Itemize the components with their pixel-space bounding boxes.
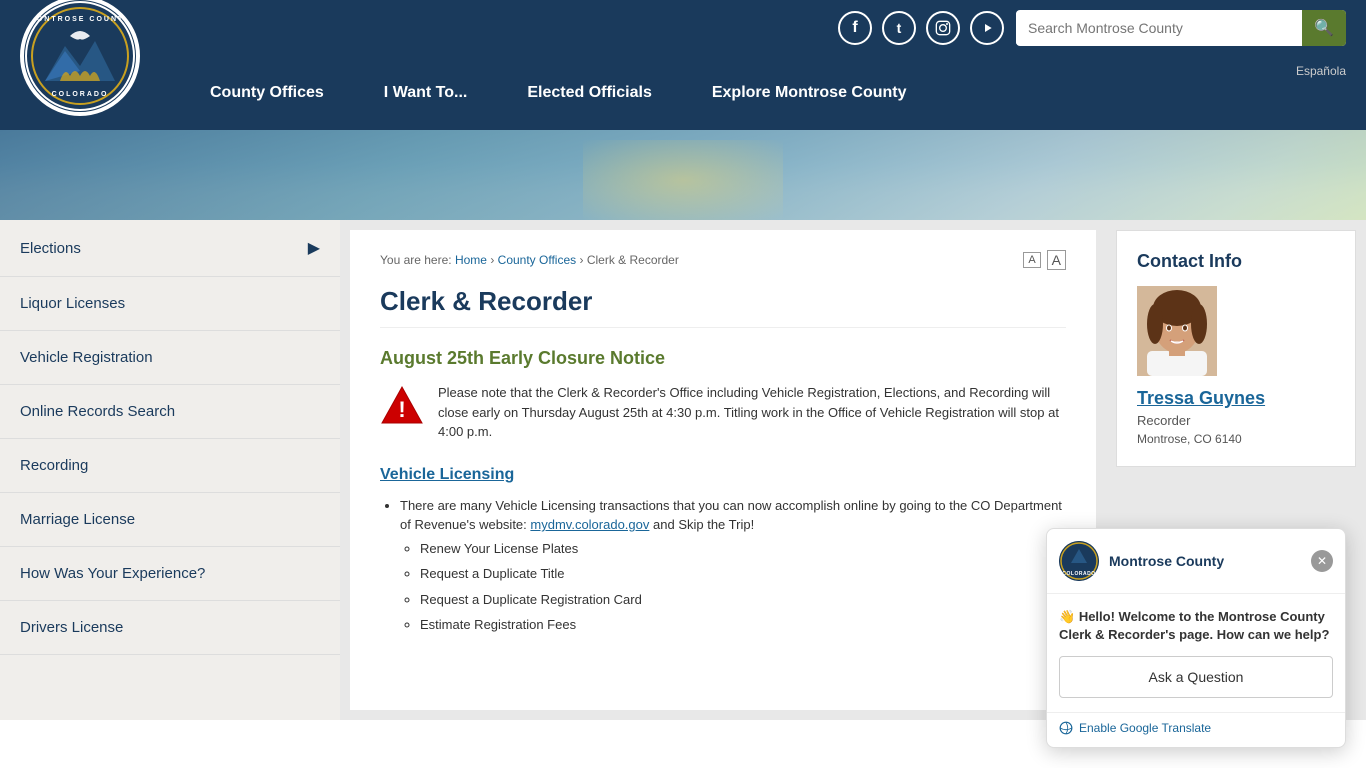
contact-name[interactable]: Tressa Guynes bbox=[1137, 388, 1335, 409]
sidebar-item-records[interactable]: Online Records Search bbox=[0, 385, 340, 439]
nav-county-offices[interactable]: County Offices bbox=[180, 56, 354, 130]
breadcrumb: You are here: Home › County Offices › Cl… bbox=[380, 250, 1066, 270]
logo[interactable]: MONTROSE COUNTY COLORADO bbox=[20, 0, 140, 116]
svg-text:COLORADO: COLORADO bbox=[1062, 571, 1095, 577]
sidebar-label-elections: Elections bbox=[20, 240, 81, 257]
sidebar-label-marriage: Marriage License bbox=[20, 511, 135, 528]
breadcrumb-home[interactable]: Home bbox=[455, 253, 487, 267]
sidebar-label-experience: How Was Your Experience? bbox=[20, 565, 205, 582]
list-item: There are many Vehicle Licensing transac… bbox=[400, 496, 1066, 635]
header-nav: MONTROSE COUNTY COLORADO County Offices … bbox=[0, 56, 1366, 130]
breadcrumb-current: Clerk & Recorder bbox=[587, 253, 679, 267]
page-title: Clerk & Recorder bbox=[380, 286, 1066, 328]
font-increase-icon[interactable]: A bbox=[1047, 250, 1066, 270]
content-area: You are here: Home › County Offices › Cl… bbox=[350, 230, 1096, 710]
contact-photo bbox=[1137, 286, 1217, 376]
chat-widget: COLORADO Montrose County ✕ 👋 Hello! Welc… bbox=[1046, 528, 1346, 748]
list-sub-item: Estimate Registration Fees bbox=[420, 615, 1066, 635]
nav-i-want-to[interactable]: I Want To... bbox=[354, 56, 498, 130]
section-heading[interactable]: Vehicle Licensing bbox=[380, 466, 1066, 484]
social-icons: f t bbox=[838, 11, 1004, 45]
sidebar-label-liquor: Liquor Licenses bbox=[20, 295, 125, 312]
arrow-icon: ▶ bbox=[308, 238, 320, 258]
sidebar-label-drivers: Drivers License bbox=[20, 619, 123, 636]
breadcrumb-sep1: › bbox=[490, 253, 497, 267]
translate-label: Enable Google Translate bbox=[1079, 721, 1211, 735]
notice-text: Please note that the Clerk & Recorder's … bbox=[438, 383, 1066, 442]
list-sub-item: Request a Duplicate Title bbox=[420, 564, 1066, 584]
chat-close-button[interactable]: ✕ bbox=[1311, 550, 1333, 572]
chat-header: COLORADO Montrose County ✕ bbox=[1047, 529, 1345, 594]
sidebar-item-recording[interactable]: Recording bbox=[0, 439, 340, 493]
sidebar-item-vehicle-reg[interactable]: Vehicle Registration bbox=[0, 331, 340, 385]
content-list: There are many Vehicle Licensing transac… bbox=[400, 496, 1066, 635]
chat-message: 👋 Hello! Welcome to the Montrose County … bbox=[1059, 608, 1333, 644]
sidebar-label-vehicle-reg: Vehicle Registration bbox=[20, 349, 153, 366]
sidebar-item-liquor[interactable]: Liquor Licenses bbox=[0, 277, 340, 331]
breadcrumb-label: You are here: bbox=[380, 253, 455, 267]
sidebar-item-drivers[interactable]: Drivers License bbox=[0, 601, 340, 655]
sidebar-item-experience[interactable]: How Was Your Experience? bbox=[0, 547, 340, 601]
font-decrease-icon[interactable]: A bbox=[1023, 252, 1040, 268]
contact-title: Contact Info bbox=[1137, 251, 1335, 272]
sidebar-item-marriage[interactable]: Marriage License bbox=[0, 493, 340, 547]
search-bar: 🔍 bbox=[1016, 10, 1346, 46]
chat-message-text: Hello! Welcome to the Montrose County Cl… bbox=[1059, 609, 1329, 642]
logo-container: MONTROSE COUNTY COLORADO bbox=[20, 0, 140, 116]
chat-org-name: Montrose County bbox=[1109, 553, 1224, 569]
google-translate-button[interactable]: Enable Google Translate bbox=[1059, 717, 1333, 739]
sidebar-item-elections[interactable]: Elections ▶ bbox=[0, 220, 340, 277]
contact-role: Recorder bbox=[1137, 413, 1335, 428]
link-suffix: and Skip the Trip! bbox=[653, 517, 754, 532]
youtube-icon[interactable] bbox=[970, 11, 1004, 45]
chat-emoji: 👋 bbox=[1059, 609, 1075, 624]
search-input[interactable] bbox=[1016, 12, 1302, 44]
dmv-link[interactable]: mydmv.colorado.gov bbox=[530, 517, 649, 532]
sidebar-label-recording: Recording bbox=[20, 457, 88, 474]
nav-elected-officials[interactable]: Elected Officials bbox=[497, 56, 682, 130]
twitter-icon[interactable]: t bbox=[882, 11, 916, 45]
chat-logo-icon: COLORADO bbox=[1059, 541, 1099, 581]
ask-question-button[interactable]: Ask a Question bbox=[1059, 656, 1333, 698]
espanol-link[interactable]: Española bbox=[1296, 64, 1346, 82]
breadcrumb-sep2: › bbox=[579, 253, 586, 267]
hero-banner bbox=[0, 130, 1366, 220]
sidebar: Elections ▶ Liquor Licenses Vehicle Regi… bbox=[0, 220, 340, 720]
facebook-icon[interactable]: f bbox=[838, 11, 872, 45]
nav-explore[interactable]: Explore Montrose County bbox=[682, 56, 937, 130]
notice-heading: August 25th Early Closure Notice bbox=[380, 348, 1066, 369]
header-top: f t 🔍 bbox=[0, 0, 1366, 56]
notice-box: ! Please note that the Clerk & Recorder'… bbox=[380, 383, 1066, 442]
search-button[interactable]: 🔍 bbox=[1302, 10, 1346, 46]
list-sub-item: Request a Duplicate Registration Card bbox=[420, 590, 1066, 610]
contact-card: Contact Info bbox=[1116, 230, 1356, 467]
contact-address: Montrose, CO 6140 bbox=[1137, 432, 1335, 446]
list-sub-item: Renew Your License Plates bbox=[420, 539, 1066, 559]
instagram-icon[interactable] bbox=[926, 11, 960, 45]
sub-list: Renew Your License Plates Request a Dupl… bbox=[420, 539, 1066, 635]
warning-icon: ! bbox=[380, 383, 424, 427]
svg-text:!: ! bbox=[398, 397, 405, 422]
breadcrumb-county-offices[interactable]: County Offices bbox=[498, 253, 576, 267]
svg-text:COLORADO: COLORADO bbox=[52, 91, 109, 98]
svg-text:MONTROSE COUNTY: MONTROSE COUNTY bbox=[29, 16, 131, 23]
translate-bar: Enable Google Translate bbox=[1047, 712, 1345, 747]
sidebar-label-records: Online Records Search bbox=[20, 403, 175, 420]
nav-menu: County Offices I Want To... Elected Offi… bbox=[180, 56, 937, 130]
font-controls: A A bbox=[1023, 250, 1066, 270]
chat-body: 👋 Hello! Welcome to the Montrose County … bbox=[1047, 594, 1345, 712]
